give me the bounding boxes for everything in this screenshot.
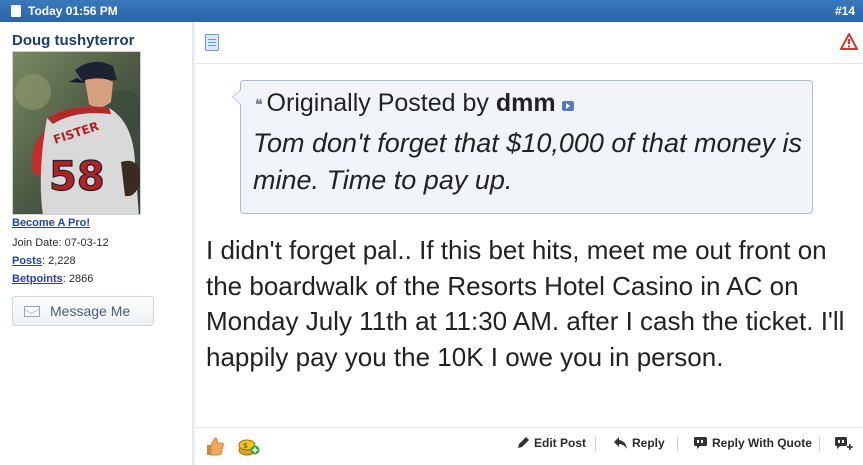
header-divider — [195, 63, 863, 64]
avatar[interactable]: FISTER 58 — [12, 51, 141, 215]
warning-icon[interactable] — [840, 33, 858, 51]
quote-bubble-icon — [694, 437, 707, 449]
edit-post-label: Edit Post — [534, 436, 587, 450]
message-me-label: Message Me — [50, 303, 131, 319]
edit-post-button[interactable]: Edit Post — [516, 436, 586, 450]
user-info-panel: Doug tushyterror FISTER 58 Become A Pro!… — [0, 22, 192, 465]
betpoints-link[interactable]: Betpoints — [12, 273, 63, 285]
betpoints-value: 2866 — [68, 273, 94, 285]
pencil-icon — [518, 437, 529, 448]
quote-text: Tom don't forget that $10,000 of that mo… — [253, 128, 803, 195]
reply-button[interactable]: Reply — [613, 436, 665, 450]
post-icon — [205, 34, 219, 51]
document-icon — [11, 5, 21, 17]
avatar-jersey-number: 58 — [49, 154, 105, 200]
svg-text:$: $ — [243, 442, 248, 450]
action-divider — [677, 437, 678, 451]
thumbs-up-icon[interactable] — [205, 436, 225, 456]
reply-with-quote-label: Reply With Quote — [712, 436, 812, 450]
post-number-link[interactable]: #14 — [835, 4, 855, 18]
action-divider — [819, 437, 820, 451]
quote-header: ❝ Originally Posted by dmm — [255, 89, 574, 118]
multi-quote-button[interactable] — [834, 436, 858, 452]
reply-label: Reply — [632, 436, 665, 450]
join-date-label: Join Date: — [12, 237, 62, 249]
quote-prefix: Originally Posted by — [266, 89, 489, 117]
reply-arrow-icon — [614, 437, 627, 449]
post-message: I didn't forget pal.. If this bet hits, … — [206, 235, 845, 372]
username-link[interactable]: Doug tushyterror — [12, 32, 135, 49]
post-date: Today 01:56 PM — [28, 4, 118, 18]
quote-mark-icon: ❝ — [255, 96, 263, 112]
join-date: Join Date: 07-03-12 — [12, 237, 109, 249]
message-me-button[interactable]: Message Me — [12, 296, 154, 326]
become-pro-link[interactable]: Become A Pro! — [12, 217, 90, 229]
quote-block: ❝ Originally Posted by dmm Tom don't forg… — [232, 80, 813, 214]
post-header-bar: Today 01:56 PM #14 — [0, 0, 863, 22]
action-divider — [595, 437, 596, 451]
posts-link[interactable]: Posts — [12, 255, 42, 267]
quote-author: dmm — [495, 89, 556, 117]
footer-divider — [195, 427, 863, 428]
view-post-icon[interactable] — [561, 101, 574, 111]
post-content: ❝ Originally Posted by dmm Tom don't forg… — [195, 22, 863, 465]
reply-with-quote-button[interactable]: Reply With Quote — [693, 436, 812, 450]
betpoints: Betpoints: 2866 — [12, 273, 94, 285]
multi-quote-icon — [835, 437, 853, 450]
posts-value: 2,228 — [48, 255, 76, 267]
join-date-value: 07-03-12 — [64, 237, 109, 249]
envelope-icon — [24, 306, 40, 317]
coins-icon[interactable]: $ — [238, 436, 260, 456]
post-count: Posts: 2,228 — [12, 255, 76, 267]
